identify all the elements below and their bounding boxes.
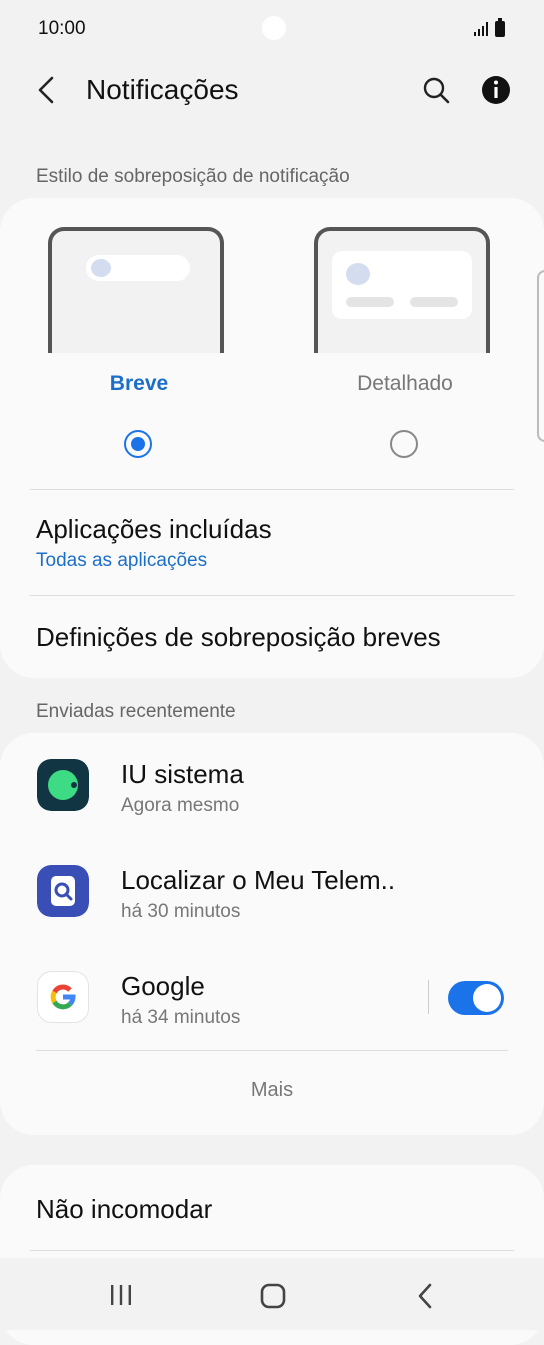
signal-icon <box>474 22 488 36</box>
section-label-overlay-style: Estilo de sobreposição de notificação <box>36 166 350 187</box>
radio-brief[interactable] <box>124 430 152 458</box>
brief-settings-title: Definições de sobreposição breves <box>36 622 441 652</box>
recent-app-name: Localizar o Meu Telem.. <box>121 865 396 895</box>
option-detailed-label[interactable]: Detalhado <box>305 372 505 396</box>
do-not-disturb-title: Não incomodar <box>36 1194 213 1224</box>
camera-cutout <box>262 16 286 40</box>
recent-apps-icon[interactable] <box>104 1281 138 1309</box>
divider <box>30 1250 514 1251</box>
section-label-recent: Enviadas recentemente <box>36 701 236 722</box>
scroll-handle[interactable] <box>537 270 544 442</box>
back-nav-icon[interactable] <box>408 1279 442 1313</box>
divider <box>428 980 429 1014</box>
recent-app-time: Agora mesmo <box>121 795 240 816</box>
recent-app-time: há 34 minutos <box>121 1007 241 1028</box>
detailed-preview[interactable] <box>314 227 490 353</box>
included-apps-title: Aplicações incluídas <box>36 514 272 544</box>
brief-preview[interactable] <box>48 227 224 353</box>
find-my-mobile-icon <box>37 865 89 917</box>
page-title: Notificações <box>86 74 239 105</box>
back-button[interactable] <box>30 72 66 108</box>
google-icon <box>37 971 89 1023</box>
search-icon[interactable] <box>418 72 454 108</box>
option-brief-label[interactable]: Breve <box>39 372 239 396</box>
divider <box>36 1050 508 1051</box>
recent-app-time: há 30 minutos <box>121 901 241 922</box>
status-time: 10:00 <box>38 18 86 39</box>
info-icon[interactable] <box>478 72 514 108</box>
system-ui-icon <box>37 759 89 811</box>
google-notifications-toggle[interactable] <box>448 981 504 1015</box>
radio-detailed[interactable] <box>390 430 418 458</box>
home-icon[interactable] <box>256 1279 290 1313</box>
included-apps-value: Todas as aplicações <box>36 550 208 571</box>
battery-icon <box>495 18 505 37</box>
more-button[interactable]: Mais <box>0 1070 544 1110</box>
recent-app-name: IU sistema <box>121 759 244 789</box>
recent-app-name: Google <box>121 971 205 1001</box>
